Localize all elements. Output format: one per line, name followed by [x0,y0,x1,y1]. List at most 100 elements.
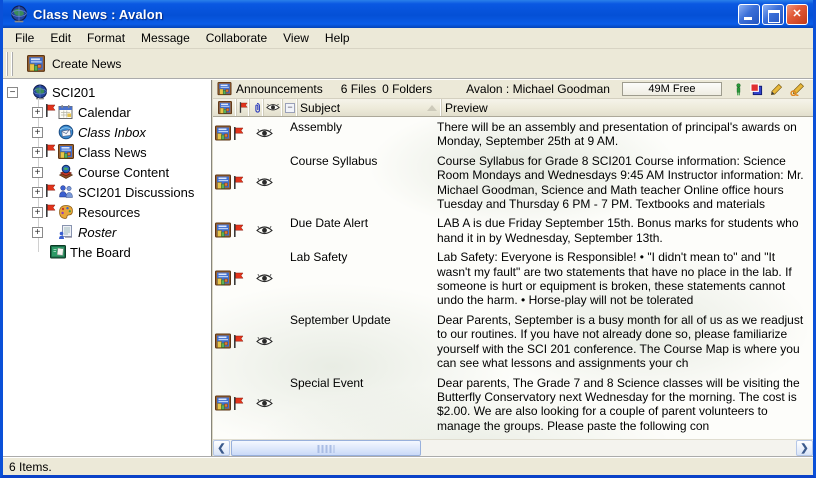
title-bar[interactable]: Class News : Avalon [3,0,813,28]
tree-item-roster[interactable]: + Roster [3,222,211,242]
column-flag[interactable] [237,99,250,116]
eye-icon[interactable] [256,336,273,347]
close-button[interactable] [786,4,808,25]
scroll-right-button[interactable]: ❯ [796,440,813,456]
flag-icon [233,224,244,237]
message-row[interactable]: Lab Safety Lab Safety: Everyone is Respo… [213,247,813,310]
files-count: 6 Files [341,82,376,96]
message-preview: Course Syllabus for Grade 8 SCI201 Cours… [434,151,813,214]
expand-icon[interactable]: + [32,147,43,158]
tree-item-class-news[interactable]: + Class News [3,142,211,162]
eye-icon[interactable] [256,225,273,236]
eye-icon [266,103,280,112]
globe-icon [32,84,48,100]
permissions-pencil-icon[interactable] [790,83,805,96]
tree-item-the-board[interactable]: The Board [3,242,211,262]
message-subject: Special Event [290,373,434,436]
list-column-header: − Subject Preview [213,99,813,117]
scroll-left-button[interactable]: ❮ [213,440,230,456]
news-icon [58,144,74,160]
message-row[interactable]: Due Date Alert LAB A is due Friday Septe… [213,213,813,247]
message-subject: Lab Safety [290,247,434,310]
create-news-label: Create News [52,57,121,71]
status-bar: 6 Items. [3,456,813,475]
account-label: Avalon : Michael Goodman [466,82,610,96]
message-preview: LAB A is due Friday September 15th. Bonu… [434,213,813,247]
message-row[interactable]: September Update Dear Parents, September… [213,310,813,373]
message-row[interactable]: Assembly There will be an assembly and p… [213,117,813,151]
menu-collaborate[interactable]: Collaborate [198,29,275,47]
resources-icon [58,204,74,220]
flag-icon [45,204,56,217]
eye-icon[interactable] [256,177,273,188]
column-preview[interactable]: Preview [442,99,813,116]
news-item-icon [215,222,231,239]
menu-message[interactable]: Message [133,29,198,47]
expand-icon[interactable]: + [32,127,43,138]
message-preview: Dear Parents, September is a busy month … [434,310,813,373]
eye-icon[interactable] [256,398,273,409]
tree-item-calendar[interactable]: + Calendar [3,102,211,122]
news-item-icon [215,395,231,412]
news-item-icon [215,270,231,287]
message-subject: Course Syllabus [290,151,434,214]
message-row[interactable]: Course Syllabus Course Syllabus for Grad… [213,151,813,214]
status-text: 6 Items. [9,460,52,474]
column-attachment[interactable] [250,99,264,116]
collapse-all-control[interactable]: − [283,99,298,116]
news-icon [217,101,233,115]
menu-help[interactable]: Help [317,29,358,47]
flag-icon [233,397,244,410]
tree-label: Calendar [78,105,131,120]
message-list: Assembly There will be an assembly and p… [213,117,813,439]
collapse-expander-icon[interactable]: − [7,87,18,98]
online-user-icon[interactable] [734,83,743,96]
news-icon [217,82,232,96]
scrollbar-track[interactable] [421,440,796,456]
folders-count: 0 Folders [382,82,432,96]
menu-edit[interactable]: Edit [42,29,79,47]
eye-icon[interactable] [256,128,273,139]
message-subject: Due Date Alert [290,213,434,247]
message-panel: Announcements 6 Files 0 Folders Avalon :… [213,80,813,456]
panel-title: Announcements [236,82,323,96]
message-row[interactable]: Special Event Dear parents, The Grade 7 … [213,373,813,436]
menu-view[interactable]: View [275,29,317,47]
flag-icon [45,144,56,157]
app-globe-icon [10,5,28,23]
maximize-button[interactable] [762,4,784,25]
eye-icon[interactable] [256,273,273,284]
tree-label: Class News [78,145,147,160]
edit-pencil-icon[interactable] [770,83,783,96]
expand-icon[interactable]: + [32,107,43,118]
tree-item-class-inbox[interactable]: + Class Inbox [3,122,211,142]
expand-icon[interactable]: + [32,207,43,218]
toolbar-gripper[interactable] [6,52,13,76]
tree-label: SCI201 [52,85,95,100]
expand-icon[interactable]: + [32,167,43,178]
minimize-button[interactable] [738,4,760,25]
tree-label: Roster [78,225,116,240]
message-preview: There will be an assembly and presentati… [434,117,813,151]
menu-bar: File Edit Format Message Collaborate Vie… [3,28,813,49]
flag-icon [233,335,244,348]
column-read-status[interactable] [264,99,283,116]
expand-icon[interactable]: + [32,227,43,238]
create-news-button[interactable]: Create News [19,51,130,77]
message-icons [213,117,290,151]
tree-item-course-content[interactable]: + Course Content [3,162,211,182]
menu-file[interactable]: File [7,29,42,47]
layers-icon[interactable] [750,83,763,96]
tree-item-sci201[interactable]: − SCI201 [3,82,211,102]
column-item-icon[interactable] [213,99,237,116]
scrollbar-thumb[interactable] [231,440,421,456]
tree-item-resources[interactable]: + Resources [3,202,211,222]
flag-icon [233,127,244,140]
expand-icon[interactable]: + [32,187,43,198]
menu-format[interactable]: Format [79,29,133,47]
news-item-icon [215,333,231,350]
tree-label: Resources [78,205,140,220]
column-subject[interactable]: Subject [298,99,442,116]
horizontal-scrollbar[interactable]: ❮ ❯ [213,439,813,456]
tree-item-sci201-discussions[interactable]: + SCI201 Discussions [3,182,211,202]
